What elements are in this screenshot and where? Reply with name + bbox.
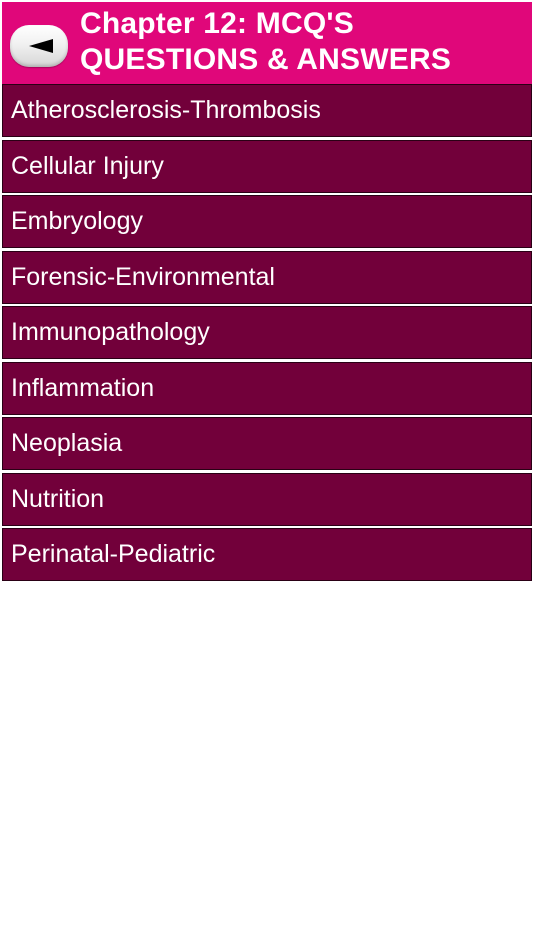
- list-item-atherosclerosis-thrombosis[interactable]: Atherosclerosis-Thrombosis: [2, 84, 532, 137]
- list-item-label: Immunopathology: [11, 318, 210, 346]
- list-item-perinatal-pediatric[interactable]: Perinatal-Pediatric: [2, 528, 532, 581]
- list-item-label: Atherosclerosis-Thrombosis: [11, 96, 321, 124]
- list-item-label: Neoplasia: [11, 429, 123, 457]
- list-item-cellular-injury[interactable]: Cellular Injury: [2, 139, 532, 193]
- header-bar: Chapter 12: MCQ'S QUESTIONS & ANSWERS: [2, 2, 532, 84]
- list-item-embryology[interactable]: Embryology: [2, 195, 532, 248]
- list-item-label: Inflammation: [11, 373, 155, 402]
- list-item-label: Embryology: [11, 207, 143, 235]
- list-item-label: Nutrition: [11, 484, 105, 513]
- list-item-inflammation[interactable]: Inflammation: [2, 361, 532, 415]
- back-button[interactable]: [10, 25, 68, 67]
- list-item-forensic-environmental[interactable]: Forensic-Environmental: [2, 250, 532, 304]
- page-title-line2: QUESTIONS & ANSWERS: [80, 43, 452, 76]
- page-title-line1: Chapter 12: MCQ'S: [80, 7, 354, 40]
- list-item-label: Cellular Injury: [11, 151, 164, 180]
- list-item-label: Perinatal-Pediatric: [11, 540, 216, 568]
- topic-list: Atherosclerosis-Thrombosis Cellular Inju…: [2, 84, 532, 584]
- list-item-nutrition[interactable]: Nutrition: [2, 472, 532, 526]
- list-item-immunopathology[interactable]: Immunopathology: [2, 306, 532, 359]
- left-arrow-icon: [29, 39, 53, 53]
- page-title: Chapter 12: MCQ'S QUESTIONS & ANSWERS: [80, 6, 528, 78]
- list-item-label: Forensic-Environmental: [11, 262, 275, 291]
- list-item-neoplasia[interactable]: Neoplasia: [2, 417, 532, 470]
